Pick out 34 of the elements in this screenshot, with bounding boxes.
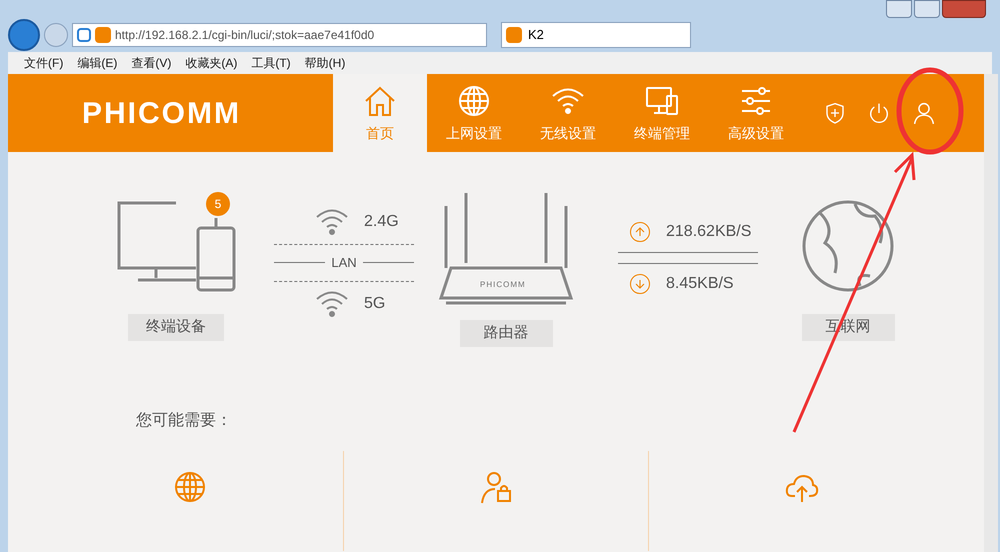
- download-icon: [630, 274, 650, 294]
- maximize-button[interactable]: [914, 0, 940, 18]
- lan-label: LAN: [331, 254, 357, 272]
- forward-button[interactable]: [44, 23, 68, 47]
- site-icon: [506, 27, 522, 43]
- power-icon: [867, 101, 891, 125]
- menu-item[interactable]: 编辑(E): [77, 54, 118, 72]
- user-icon: [911, 100, 937, 126]
- back-button[interactable]: [8, 19, 40, 51]
- upload-speed: 218.62KB/S: [666, 222, 752, 242]
- devices-label: 终端设备: [128, 314, 224, 340]
- tab-title: K2: [528, 26, 544, 44]
- menu-item[interactable]: 文件(F): [24, 54, 64, 72]
- menu-item[interactable]: 帮助(H): [304, 54, 346, 72]
- logo: PHICOMM: [82, 96, 241, 132]
- band-label: 5G: [364, 294, 386, 314]
- scrollbar[interactable]: [984, 74, 998, 552]
- url-text: http://192.168.2.1/cgi-bin/luci/;stok=aae7e41f0d0: [115, 27, 374, 44]
- menu-item[interactable]: 查看(V): [131, 54, 172, 72]
- router-brand: PHICOMM: [480, 279, 526, 291]
- download-speed: 8.45KB/S: [666, 274, 734, 294]
- shield-icon: [77, 28, 91, 42]
- site-icon: [95, 27, 111, 43]
- router-label: 路由器: [460, 320, 552, 346]
- count-badge: 5: [206, 192, 230, 216]
- browser-tab[interactable]: K2: [501, 22, 691, 48]
- band-label: 2.4G: [364, 212, 399, 232]
- upload-icon: [630, 222, 650, 242]
- menu-item[interactable]: 收藏夹(A): [185, 54, 238, 72]
- menu-item[interactable]: 工具(T): [251, 54, 291, 72]
- suggest-title: 您可能需要：: [136, 410, 233, 430]
- address-bar[interactable]: http://192.168.2.1/cgi-bin/luci/;stok=aae7e41f0d0: [72, 23, 487, 47]
- close-button[interactable]: [942, 0, 986, 18]
- minimize-button[interactable]: [886, 0, 912, 18]
